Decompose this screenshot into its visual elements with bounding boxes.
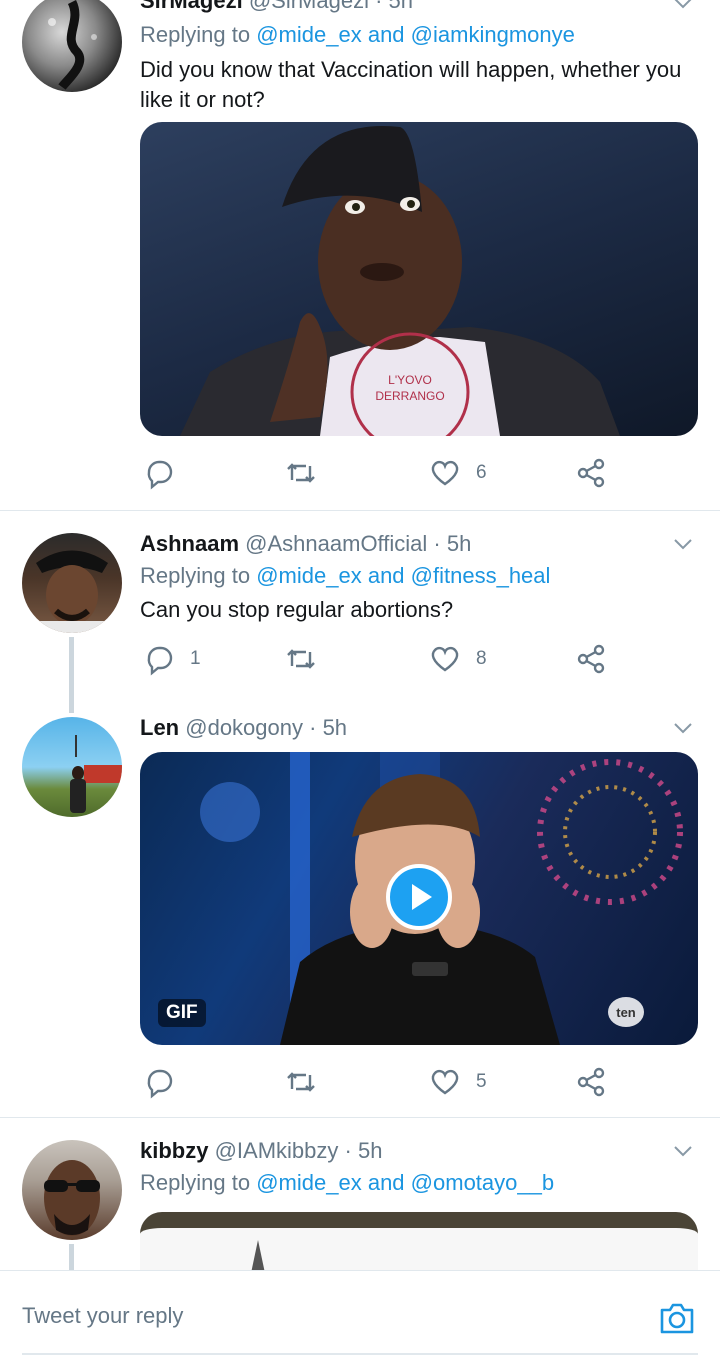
retweet-icon [287, 649, 315, 669]
camera-icon[interactable] [658, 1299, 696, 1337]
timestamp: · 5h [375, 0, 414, 13]
replying-to: Replying to @mide_ex and @omotayo__b [140, 1170, 554, 1196]
gif-media[interactable]: GIF ten [140, 752, 698, 1045]
tweet-actions: 1 8 [140, 641, 620, 677]
tweet-header: SirMagezi @SirMagezi · 5h [140, 0, 413, 14]
tweet-image[interactable] [140, 1212, 698, 1270]
display-name[interactable]: kibbzy [140, 1138, 208, 1163]
tweet-text: Can you stop regular abortions? [140, 597, 454, 622]
timestamp: · 5h [344, 1138, 383, 1163]
replying-prefix: Replying to [140, 1170, 251, 1195]
avatar[interactable] [22, 1140, 122, 1240]
heart-icon [431, 460, 459, 486]
avatar[interactable] [22, 533, 122, 633]
gif-badge: GIF [158, 999, 206, 1027]
like-count: 6 [476, 462, 487, 483]
avatar-image [48, 0, 97, 90]
reply-button[interactable]: 1 [142, 641, 201, 677]
thread-line [69, 637, 74, 713]
reply-button[interactable] [142, 455, 190, 491]
like-count: 8 [476, 648, 487, 669]
retweet-icon [287, 1072, 315, 1092]
mention-link[interactable]: @mide_ex [256, 22, 362, 47]
timestamp: · 5h [309, 715, 348, 740]
replying-prefix: Replying to [140, 22, 251, 47]
play-button[interactable] [386, 864, 452, 930]
user-handle[interactable]: @SirMagezi [249, 0, 369, 13]
reply-button[interactable] [142, 1064, 190, 1100]
reply-icon [147, 460, 173, 490]
watermark-logo: ten [608, 997, 644, 1027]
tweet-header: Ashnaam @AshnaamOfficial · 5h [140, 531, 471, 557]
share-button[interactable] [574, 641, 608, 677]
user-handle[interactable]: @IAMkibbzy [215, 1138, 339, 1163]
retweet-button[interactable] [284, 1064, 332, 1100]
mention-link[interactable]: @omotayo__b [411, 1170, 554, 1195]
chevron-down-icon[interactable] [672, 0, 694, 14]
avatar-image [70, 735, 122, 813]
tweet[interactable]: Ashnaam @AshnaamOfficial · 5h Replying t… [0, 511, 720, 713]
tweet-text: Did you know that Vaccination will happe… [140, 57, 682, 112]
reply-icon [147, 1069, 173, 1099]
share-button[interactable] [574, 1064, 608, 1100]
tweet[interactable]: kibbzy @IAMkibbzy · 5h Replying to @mide… [0, 1118, 720, 1270]
reply-icon [147, 646, 173, 676]
mention-link[interactable]: @mide_ex [256, 1170, 362, 1195]
like-button[interactable]: 5 [428, 1064, 487, 1100]
retweet-button[interactable] [284, 641, 332, 677]
heart-icon [431, 646, 459, 672]
mention-link[interactable]: @mide_ex [256, 563, 362, 588]
like-button[interactable]: 8 [428, 641, 487, 677]
replying-to: Replying to @mide_ex and @fitness_heal [140, 563, 550, 589]
and-text: and [367, 1170, 405, 1195]
like-count: 5 [476, 1071, 487, 1092]
avatar[interactable] [22, 717, 122, 817]
chevron-down-icon[interactable] [672, 533, 694, 555]
play-icon [412, 884, 432, 910]
tweet-header: Len @dokogony · 5h [140, 715, 347, 741]
and-text: and [367, 563, 405, 588]
thread-line [69, 1244, 74, 1270]
heart-icon [431, 1069, 459, 1095]
chevron-down-icon[interactable] [672, 1140, 694, 1162]
user-handle[interactable]: @AshnaamOfficial [245, 531, 427, 556]
photo-content [251, 1240, 265, 1270]
avatar-image [22, 550, 122, 633]
share-icon [577, 644, 605, 674]
tweet[interactable]: Len @dokogony · 5h GIF ten 5 [0, 711, 720, 1117]
and-text: and [367, 22, 405, 47]
mention-link[interactable]: @fitness_heal [411, 563, 551, 588]
avatar[interactable] [22, 0, 122, 92]
user-handle[interactable]: @dokogony [185, 715, 303, 740]
tweet-actions: 6 [140, 455, 620, 491]
share-icon [577, 458, 605, 488]
tweet-header: kibbzy @IAMkibbzy · 5h [140, 1138, 382, 1164]
reply-bar: Tweet your reply [0, 1270, 720, 1364]
tweet-image[interactable]: L'YOVO DERRANGO [140, 122, 698, 436]
retweet-icon [287, 463, 315, 483]
replying-prefix: Replying to [140, 563, 251, 588]
shirt-text: L'YOVO [388, 373, 432, 387]
reply-count: 1 [190, 648, 201, 669]
display-name[interactable]: Len [140, 715, 179, 740]
chevron-down-icon[interactable] [672, 717, 694, 739]
replying-to: Replying to @mide_ex and @iamkingmonye [140, 22, 575, 48]
share-icon [577, 1067, 605, 1097]
tweet-actions: 5 [140, 1064, 620, 1100]
reply-underline [22, 1353, 698, 1355]
avatar-image [44, 1160, 100, 1236]
reply-input[interactable]: Tweet your reply [22, 1303, 183, 1329]
like-button[interactable]: 6 [428, 455, 487, 491]
display-name[interactable]: SirMagezi [140, 0, 243, 13]
shirt-text: DERRANGO [375, 389, 444, 403]
retweet-button[interactable] [284, 455, 332, 491]
mention-link[interactable]: @iamkingmonye [411, 22, 575, 47]
photo-content: L'YOVO DERRANGO [180, 126, 620, 436]
tweet[interactable]: SirMagezi @SirMagezi · 5h Replying to @m… [0, 0, 720, 510]
timestamp: · 5h [433, 531, 472, 556]
share-button[interactable] [574, 455, 608, 491]
display-name[interactable]: Ashnaam [140, 531, 239, 556]
